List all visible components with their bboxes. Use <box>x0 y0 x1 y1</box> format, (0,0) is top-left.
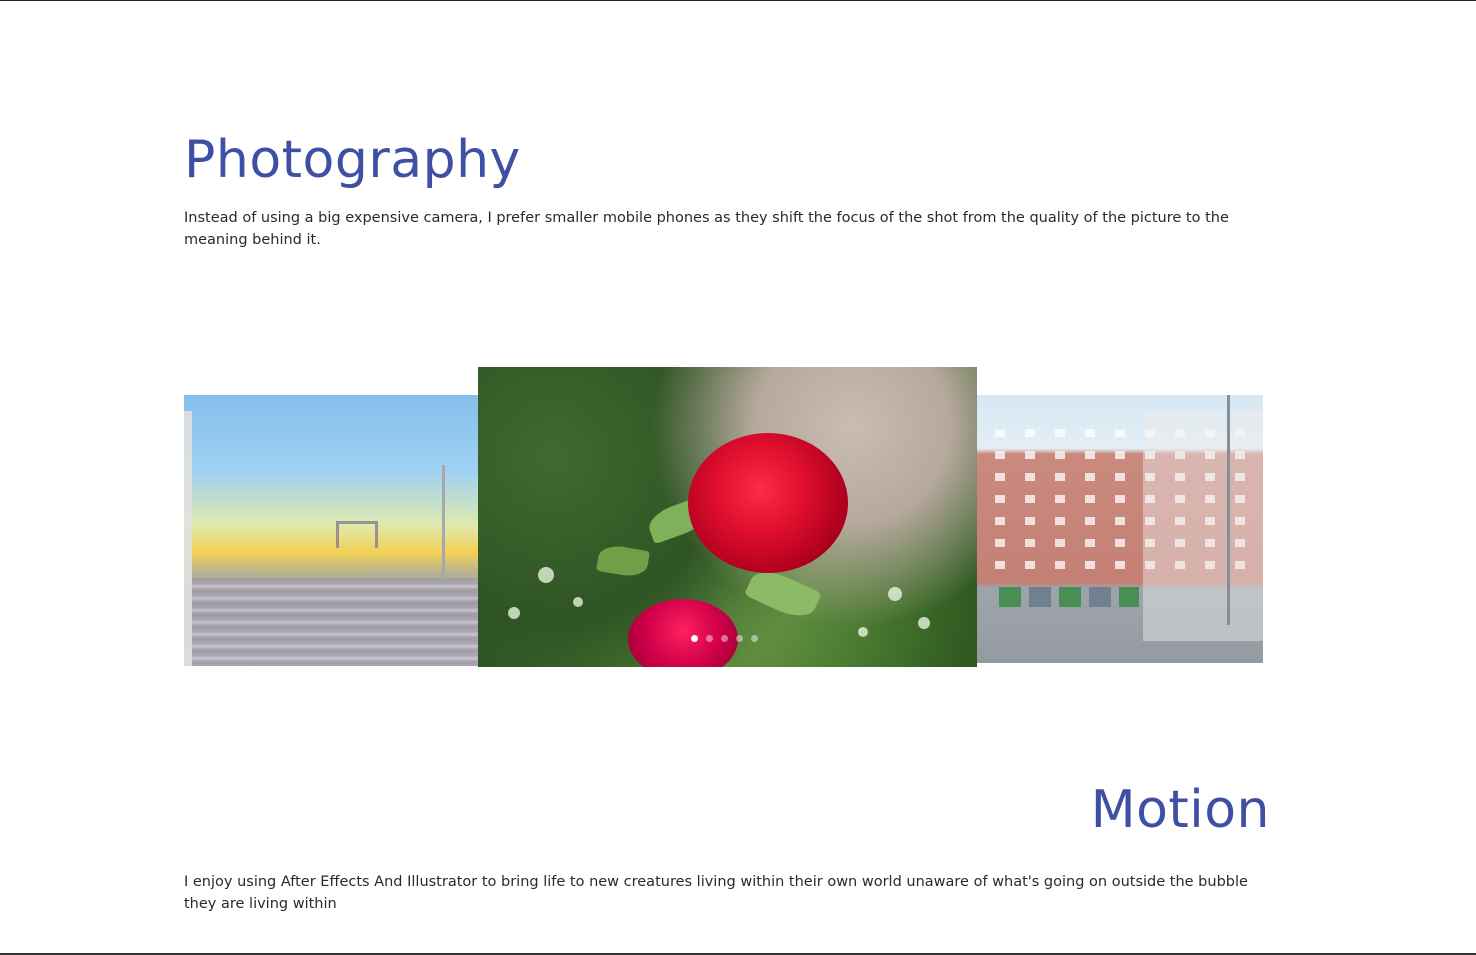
portfolio-page: Photography Instead of using a big expen… <box>0 0 1476 955</box>
street-bins <box>999 587 1139 607</box>
carousel-dot[interactable] <box>736 635 743 642</box>
street-lamp <box>1227 395 1230 625</box>
bokeh-light <box>573 597 583 607</box>
motion-description: I enjoy using After Effects And Illustra… <box>184 874 1248 912</box>
small-rose-bloom <box>628 599 738 667</box>
carousel-slide-prev[interactable] <box>184 395 478 666</box>
photo-carousel[interactable] <box>184 367 1272 667</box>
carousel-dot[interactable] <box>706 635 713 642</box>
bokeh-light <box>888 587 902 601</box>
slide-edge-overlay <box>184 411 192 666</box>
carousel-dot[interactable] <box>751 635 758 642</box>
street-pole <box>442 465 445 580</box>
carousel-dot[interactable] <box>691 635 698 642</box>
bokeh-light <box>858 627 868 637</box>
motion-title: Motion <box>1090 780 1270 840</box>
carousel-pagination-dots <box>691 635 758 642</box>
rose-leaf <box>744 563 822 625</box>
carousel-slide-active[interactable] <box>478 367 977 667</box>
highway-road-image-area <box>192 578 478 666</box>
photography-description: Instead of using a big expensive camera,… <box>184 210 1229 248</box>
carousel-dot[interactable] <box>721 635 728 642</box>
bokeh-light <box>538 567 554 583</box>
carousel-slide-next[interactable] <box>977 395 1263 663</box>
red-rose-bloom <box>688 433 848 573</box>
bokeh-light <box>918 617 930 629</box>
bokeh-light <box>508 607 520 619</box>
rose-leaf <box>595 542 651 580</box>
slide-edge-overlay <box>1143 411 1263 641</box>
photography-title: Photography <box>184 130 521 190</box>
highway-sign-gantry <box>336 521 378 548</box>
